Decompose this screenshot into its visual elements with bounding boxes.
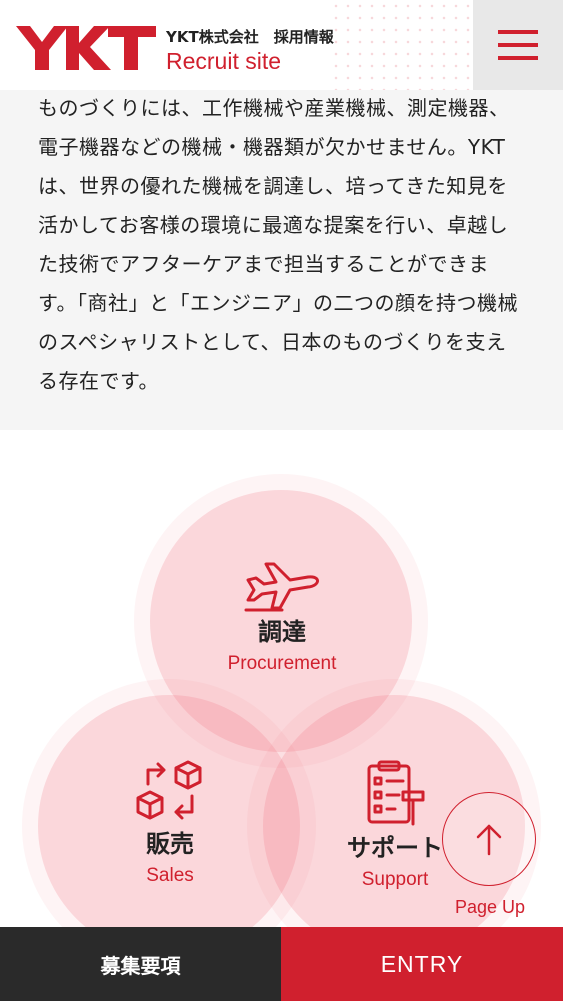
label-ja: 調達 [258, 618, 306, 646]
ykt-logo[interactable] [16, 26, 156, 70]
intro-section: ものづくりには、工作機械や産業機械、測定機器、電子機器などの機械・機器類が欠かせ… [0, 90, 563, 430]
checklist-hammer-icon [367, 760, 425, 826]
dot-pattern [330, 0, 470, 90]
entry-button[interactable]: ENTRY [281, 927, 563, 1001]
label-en: Sales [146, 865, 194, 886]
business-item-procurement: 調達 Procurement [190, 560, 374, 675]
page-up-label[interactable]: Page Up [438, 897, 542, 918]
brand-name: YKT株式会社 採用情報 [166, 28, 334, 46]
brand-subtitle: Recruit site [166, 48, 282, 74]
label-en: Procurement [227, 653, 337, 674]
arrow-up-icon [476, 824, 502, 856]
intro-text: ものづくりには、工作機械や産業機械、測定機器、電子機器などの機械・機器類が欠かせ… [38, 96, 518, 393]
label-ja: 販売 [146, 830, 194, 858]
hamburger-icon [498, 30, 538, 60]
boxes-exchange-icon [136, 760, 202, 820]
menu-button[interactable] [473, 0, 563, 90]
bottom-bar: 募集要項 ENTRY [0, 927, 563, 1001]
recruit-info-button[interactable]: 募集要項 [0, 927, 281, 1001]
airplane-icon [244, 562, 320, 612]
business-item-sales: 販売 Sales [80, 760, 260, 887]
page-up-button[interactable] [442, 792, 536, 886]
site-header: YKT株式会社 採用情報 Recruit site [0, 0, 563, 90]
